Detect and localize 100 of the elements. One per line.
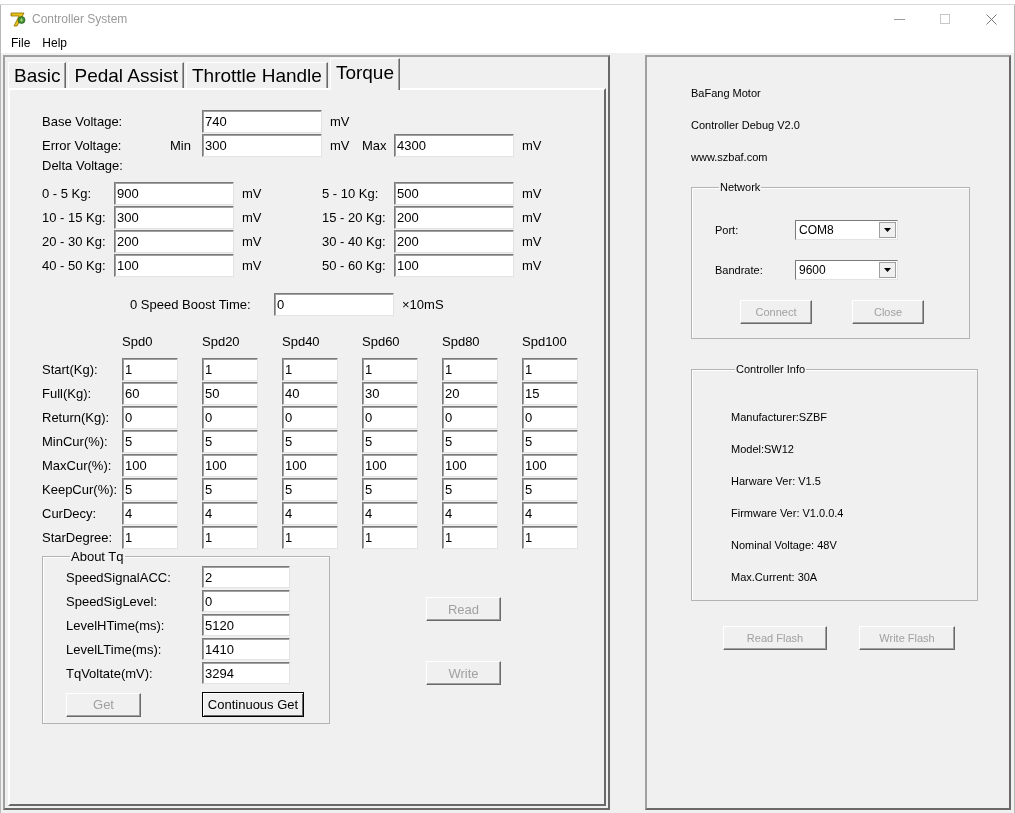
tab[interactable]: Torque [329, 58, 400, 90]
row-label: Full(Kg): [42, 385, 93, 401]
input-field[interactable]: 5 [282, 429, 338, 453]
input-field[interactable]: 5120 [202, 614, 290, 636]
info-text: Max.Current: 30A [731, 570, 818, 585]
input-field[interactable]: 0 [274, 292, 394, 316]
field-label: 20 - 30 Kg: [42, 233, 107, 249]
field-label: 5 - 10 Kg: [322, 185, 380, 201]
column-header: Spd0 [122, 333, 153, 349]
input-field[interactable]: 100 [114, 253, 234, 277]
input-field[interactable]: 1 [122, 525, 178, 549]
input-field[interactable]: 50 [202, 381, 258, 405]
input-field[interactable]: 5 [362, 429, 418, 453]
input-field[interactable]: 1 [362, 525, 418, 549]
input-field[interactable]: 1 [282, 357, 338, 381]
input-field[interactable]: 500 [394, 181, 514, 205]
unit-label: mV [242, 233, 262, 249]
input-field[interactable]: 5 [522, 477, 578, 501]
input-field[interactable]: 100 [282, 453, 338, 477]
field-label: Max [362, 137, 388, 153]
input-field[interactable]: 5 [442, 477, 498, 501]
input-field[interactable]: 3294 [202, 662, 290, 684]
input-field[interactable]: 4 [522, 501, 578, 525]
input-field[interactable]: 4 [202, 501, 258, 525]
dropdown[interactable]: 9600 [795, 260, 898, 280]
input-field[interactable]: 4300 [394, 133, 514, 157]
field-label: SpeedSignalACC: [66, 569, 172, 585]
group-title: About Tq [70, 549, 125, 564]
input-field[interactable]: 5 [362, 477, 418, 501]
group-title: Controller Info [735, 363, 807, 375]
group-title: Network [719, 181, 762, 193]
menu-item[interactable]: File [5, 36, 37, 50]
tab[interactable]: Throttle Handle [185, 62, 328, 88]
field-label: 40 - 50 Kg: [42, 257, 107, 273]
input-field[interactable]: 4 [122, 501, 178, 525]
input-field[interactable]: 1 [202, 357, 258, 381]
input-field[interactable]: 200 [394, 205, 514, 229]
info-text: BaFang Motor [691, 86, 761, 101]
input-field[interactable]: 2 [202, 566, 290, 588]
info-text: Harware Ver: V1.5 [731, 474, 821, 489]
input-field[interactable]: 0 [362, 405, 418, 429]
input-field[interactable]: 1 [282, 525, 338, 549]
tab[interactable]: Basic [8, 62, 67, 88]
input-field[interactable]: 100 [362, 453, 418, 477]
input-field[interactable]: 0 [202, 405, 258, 429]
input-field[interactable]: 100 [202, 453, 258, 477]
input-field[interactable]: 5 [522, 429, 578, 453]
input-field[interactable]: 1 [522, 357, 578, 381]
input-field[interactable]: 5 [122, 477, 178, 501]
input-field[interactable]: 0 [122, 405, 178, 429]
input-field[interactable]: 0 [202, 590, 290, 612]
unit-label: mV [522, 209, 542, 225]
input-field[interactable]: 300 [114, 205, 234, 229]
input-field[interactable]: 1 [122, 357, 178, 381]
input-field[interactable]: 0 [282, 405, 338, 429]
input-field[interactable]: 1 [362, 357, 418, 381]
input-field[interactable]: 5 [282, 477, 338, 501]
row-label: CurDecy: [42, 505, 98, 521]
info-text: Nominal Voltage: 48V [731, 538, 837, 553]
input-field[interactable]: 5 [202, 429, 258, 453]
input-field[interactable]: 4 [362, 501, 418, 525]
field-label: SpeedSigLevel: [66, 593, 159, 609]
input-field[interactable]: 20 [442, 381, 498, 405]
input-field[interactable]: 5 [442, 429, 498, 453]
input-field[interactable]: 5 [122, 429, 178, 453]
input-field[interactable]: 1 [202, 525, 258, 549]
maximize-icon [940, 14, 950, 24]
input-field[interactable]: 40 [282, 381, 338, 405]
field-label: 50 - 60 Kg: [322, 257, 387, 273]
input-field[interactable]: 30 [362, 381, 418, 405]
input-field[interactable]: 15 [522, 381, 578, 405]
input-field[interactable]: 60 [122, 381, 178, 405]
input-field[interactable]: 1 [442, 357, 498, 381]
row-label: MaxCur(%): [42, 457, 113, 473]
input-field[interactable]: 740 [202, 109, 322, 133]
push-button[interactable]: Continuous Get [202, 692, 304, 717]
input-field[interactable]: 200 [114, 229, 234, 253]
menu-item[interactable]: Help [36, 36, 74, 50]
unit-label: mV [522, 137, 542, 153]
input-field[interactable]: 100 [442, 453, 498, 477]
input-field[interactable]: 100 [522, 453, 578, 477]
tab[interactable]: Pedal Assist [68, 62, 184, 88]
input-field[interactable]: 900 [114, 181, 234, 205]
input-field[interactable]: 5 [202, 477, 258, 501]
field-label: 10 - 15 Kg: [42, 209, 107, 225]
input-field[interactable]: 4 [442, 501, 498, 525]
caret-icon [879, 222, 896, 238]
input-field[interactable]: 100 [122, 453, 178, 477]
input-field[interactable]: 4 [282, 501, 338, 525]
input-field[interactable]: 1410 [202, 638, 290, 660]
dropdown[interactable]: COM8 [795, 220, 898, 240]
unit-label: mV [242, 209, 262, 225]
input-field[interactable]: 1 [522, 525, 578, 549]
input-field[interactable]: 200 [394, 229, 514, 253]
row-label: MinCur(%): [42, 433, 109, 449]
input-field[interactable]: 1 [442, 525, 498, 549]
input-field[interactable]: 100 [394, 253, 514, 277]
input-field[interactable]: 300 [202, 133, 322, 157]
input-field[interactable]: 0 [442, 405, 498, 429]
input-field[interactable]: 0 [522, 405, 578, 429]
